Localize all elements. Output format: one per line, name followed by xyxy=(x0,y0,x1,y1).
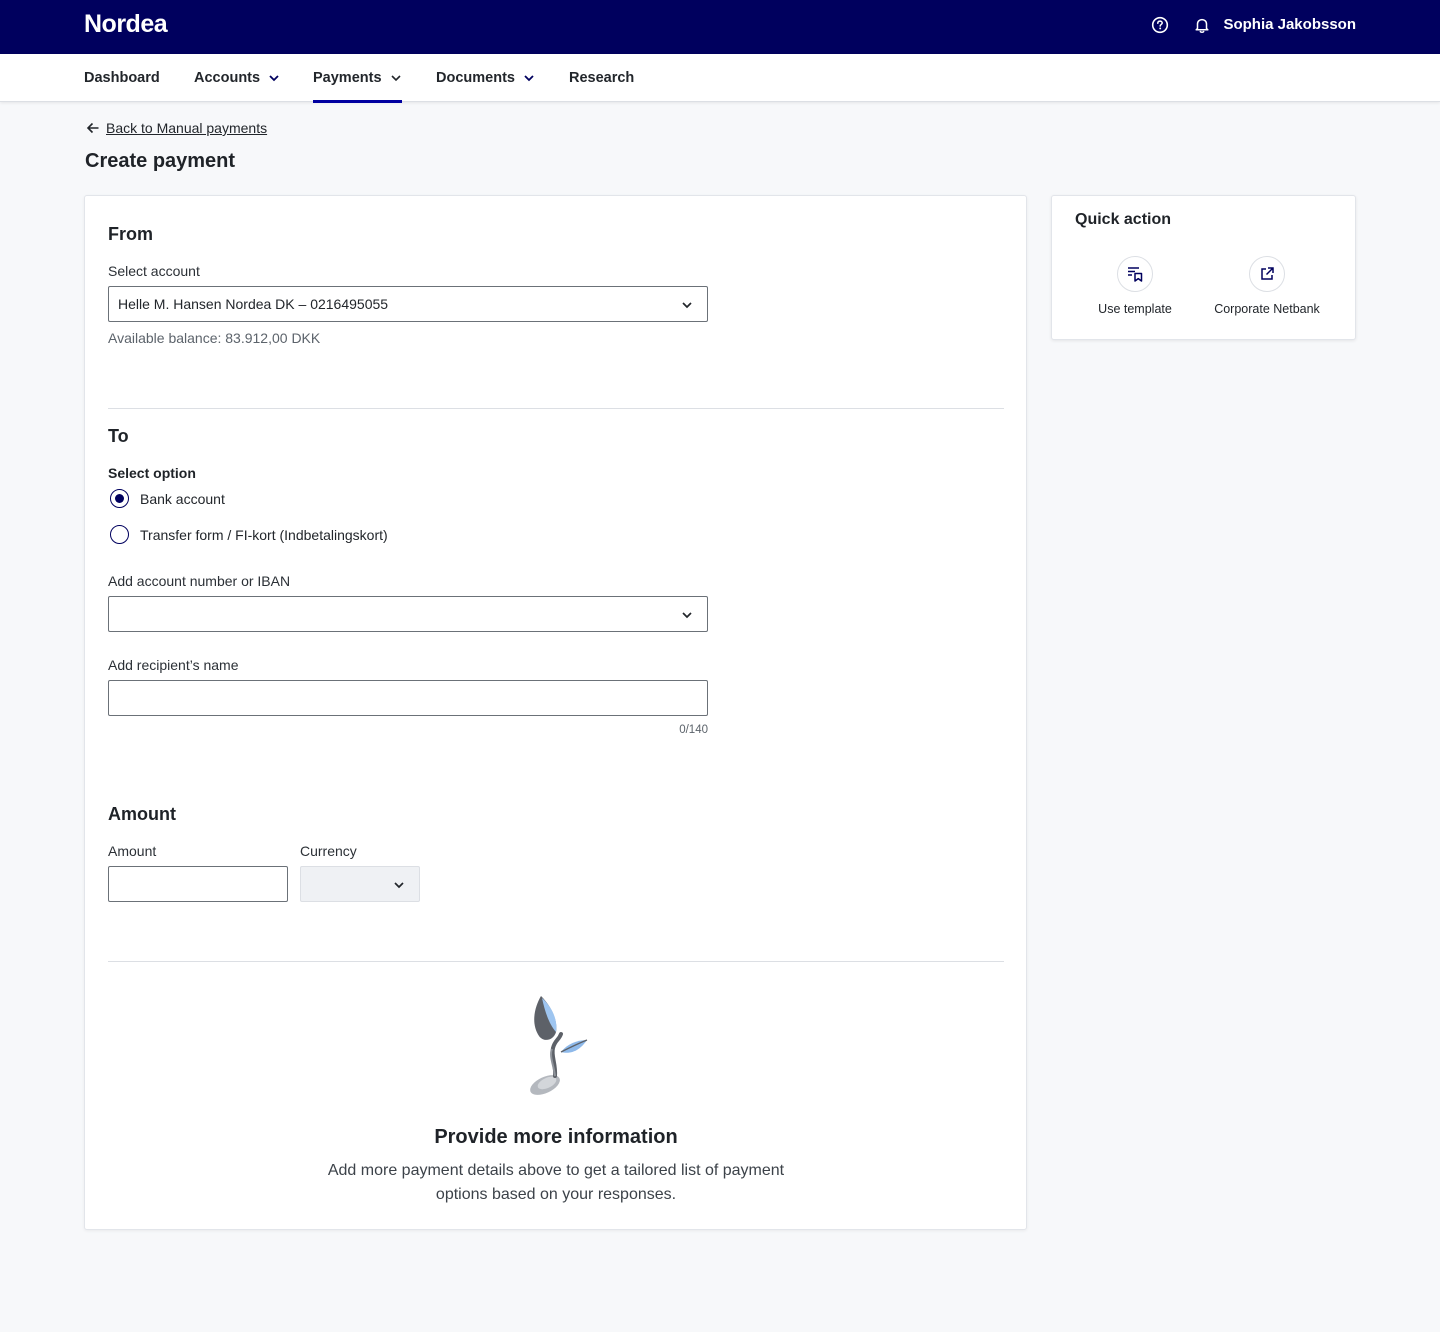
nav-item-label: Dashboard xyxy=(84,70,160,86)
empty-state-title: Provide more information xyxy=(434,1126,678,1148)
nav-item-payments[interactable]: Payments xyxy=(313,54,402,103)
currency-select[interactable] xyxy=(300,866,420,902)
quick-action-card: Quick action Use template Corporate Netb… xyxy=(1051,195,1356,340)
payment-form-card: From Select account Helle M. Hansen Nord… xyxy=(84,195,1027,1230)
qa-item-label: Corporate Netbank xyxy=(1214,302,1320,316)
nav-item-label: Accounts xyxy=(194,70,261,86)
user-menu[interactable]: Sophia Jakobsson xyxy=(1223,16,1356,33)
radio-bank-account[interactable]: Bank account xyxy=(110,489,225,508)
currency-label: Currency xyxy=(300,843,357,859)
empty-state-line-1: Add more payment details above to get a … xyxy=(327,1162,785,1179)
from-section-title: From xyxy=(108,224,153,244)
external-link-icon xyxy=(1261,267,1274,280)
radio-label: Bank account xyxy=(140,490,225,507)
qa-icon-wrapper xyxy=(1249,256,1285,292)
account-number-combobox[interactable] xyxy=(108,596,708,632)
character-counter: 0/140 xyxy=(679,724,708,736)
radio-button[interactable] xyxy=(110,525,129,544)
to-section-title: To xyxy=(108,426,129,446)
template-icon xyxy=(1128,267,1143,282)
bell-icon[interactable] xyxy=(1192,15,1212,35)
select-option-label: Select option xyxy=(108,465,196,481)
chevron-down-icon xyxy=(394,882,404,889)
from-account-select[interactable]: Helle M. Hansen Nordea DK – 0216495055 xyxy=(108,286,708,322)
back-link-label: Back to Manual payments xyxy=(106,120,268,136)
qa-icon-wrapper xyxy=(1117,256,1153,292)
amount-label: Amount xyxy=(108,843,157,859)
page-title: Create payment xyxy=(85,150,236,172)
nav-item-label: Documents xyxy=(436,70,515,86)
nav-item-dashboard[interactable]: Dashboard xyxy=(84,54,160,102)
chevron-down-icon xyxy=(269,75,279,82)
radio-button-checked[interactable] xyxy=(110,489,129,508)
quick-action-title: Quick action xyxy=(1075,211,1172,228)
amount-input[interactable] xyxy=(108,866,288,902)
empty-state-line-2: options based on your responses. xyxy=(435,1186,677,1203)
top-bar: Nordea Sophia Jakobsson xyxy=(0,0,1440,54)
section-divider xyxy=(108,408,1004,409)
nordea-logo[interactable]: Nordea xyxy=(84,10,168,39)
main-nav: Dashboard Accounts Payments Documents Re… xyxy=(0,54,1440,103)
nav-item-research[interactable]: Research xyxy=(569,54,634,102)
account-number-label: Add account number or IBAN xyxy=(108,573,291,589)
use-template-button[interactable]: Use template xyxy=(1065,256,1205,316)
chevron-down-icon xyxy=(682,612,692,619)
nav-item-label: Payments xyxy=(313,70,382,86)
amount-section-title: Amount xyxy=(108,804,176,824)
recipient-name-label: Add recipient’s name xyxy=(108,657,239,673)
help-icon[interactable] xyxy=(1150,15,1170,35)
section-divider xyxy=(108,961,1004,962)
qa-item-label: Use template xyxy=(1098,302,1172,316)
radio-transfer-form[interactable]: Transfer form / FI-kort (Indbetalingskor… xyxy=(110,525,388,544)
corporate-netbank-button[interactable]: Corporate Netbank xyxy=(1197,256,1337,316)
nav-item-accounts[interactable]: Accounts xyxy=(194,54,280,102)
nav-item-label: Research xyxy=(569,70,635,86)
radio-label: Transfer form / FI-kort (Indbetalingskor… xyxy=(140,526,388,543)
from-account-value: Helle M. Hansen Nordea DK – 0216495055 xyxy=(118,296,389,312)
available-balance: Available balance: 83.912,00 DKK xyxy=(108,330,321,346)
chevron-down-icon xyxy=(682,302,692,309)
back-link[interactable]: Back to Manual payments xyxy=(86,120,267,136)
arrow-left-icon xyxy=(86,122,99,134)
plant-illustration xyxy=(530,996,588,1095)
chevron-down-icon xyxy=(390,75,401,82)
select-account-label: Select account xyxy=(108,263,200,279)
recipient-name-input[interactable] xyxy=(108,680,708,716)
chevron-down-icon xyxy=(524,75,534,82)
nav-item-documents[interactable]: Documents xyxy=(436,54,535,102)
